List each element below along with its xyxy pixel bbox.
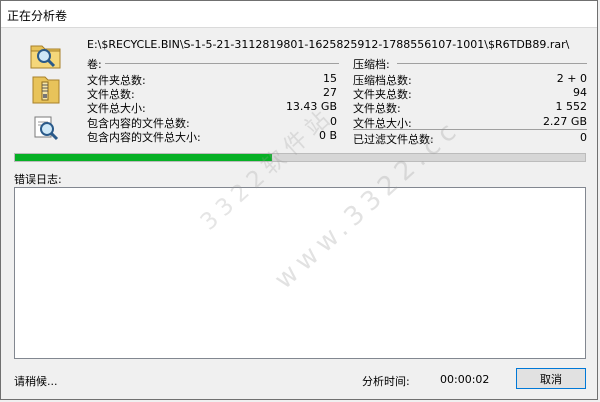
filtered-count-value: 0 xyxy=(580,131,587,144)
archive-separator xyxy=(397,63,587,64)
volume-total-size-value: 13.43 GB xyxy=(285,100,337,113)
archive-folder-count-value: 94 xyxy=(573,86,587,99)
volume-content-file-count-value: 0 xyxy=(330,115,337,128)
volume-folder-count-value: 15 xyxy=(323,72,337,85)
filtered-separator xyxy=(353,129,587,130)
archive-total-size-value: 2.27 GB xyxy=(542,115,587,128)
folder-search-icon xyxy=(30,45,61,69)
analysis-time-label: 分析时间: xyxy=(362,375,410,388)
filtered-count-label: 已过滤文件总数: xyxy=(353,133,434,146)
progress-fill xyxy=(15,154,272,161)
volume-content-size-label: 包含内容的文件总大小: xyxy=(87,131,201,144)
archive-file-count-label: 文件总数: xyxy=(353,102,401,115)
error-log-box[interactable] xyxy=(14,187,586,359)
volume-content-size-value: 0 B xyxy=(318,129,337,142)
archive-icon xyxy=(32,76,60,104)
filter-search-icon xyxy=(34,116,59,141)
volume-file-count-value: 27 xyxy=(323,86,337,99)
archive-header: 压缩档: xyxy=(353,58,390,71)
cancel-button[interactable]: 取消 xyxy=(516,368,586,389)
volume-total-size-label: 文件总大小: xyxy=(87,102,146,115)
volume-header: 卷: xyxy=(87,58,102,71)
volume-separator xyxy=(105,63,339,64)
analysis-time-value: 00:00:02 xyxy=(440,373,490,386)
status-text: 请稍候... xyxy=(14,375,58,388)
archive-file-count-value: 1 552 xyxy=(555,100,588,113)
analyze-volume-dialog: 正在分析卷 E:\$RECYCLE.BIN\S-1-5-21-311281980… xyxy=(0,0,598,400)
analysis-progress-bar xyxy=(14,153,586,162)
error-log-label: 错误日志: xyxy=(14,173,62,186)
title-bar: 正在分析卷 xyxy=(1,1,597,28)
dialog-title: 正在分析卷 xyxy=(7,9,68,23)
archive-count-value: 2 + 0 xyxy=(556,72,587,85)
archive-path: E:\$RECYCLE.BIN\S-1-5-21-3112819801-1625… xyxy=(87,38,570,51)
